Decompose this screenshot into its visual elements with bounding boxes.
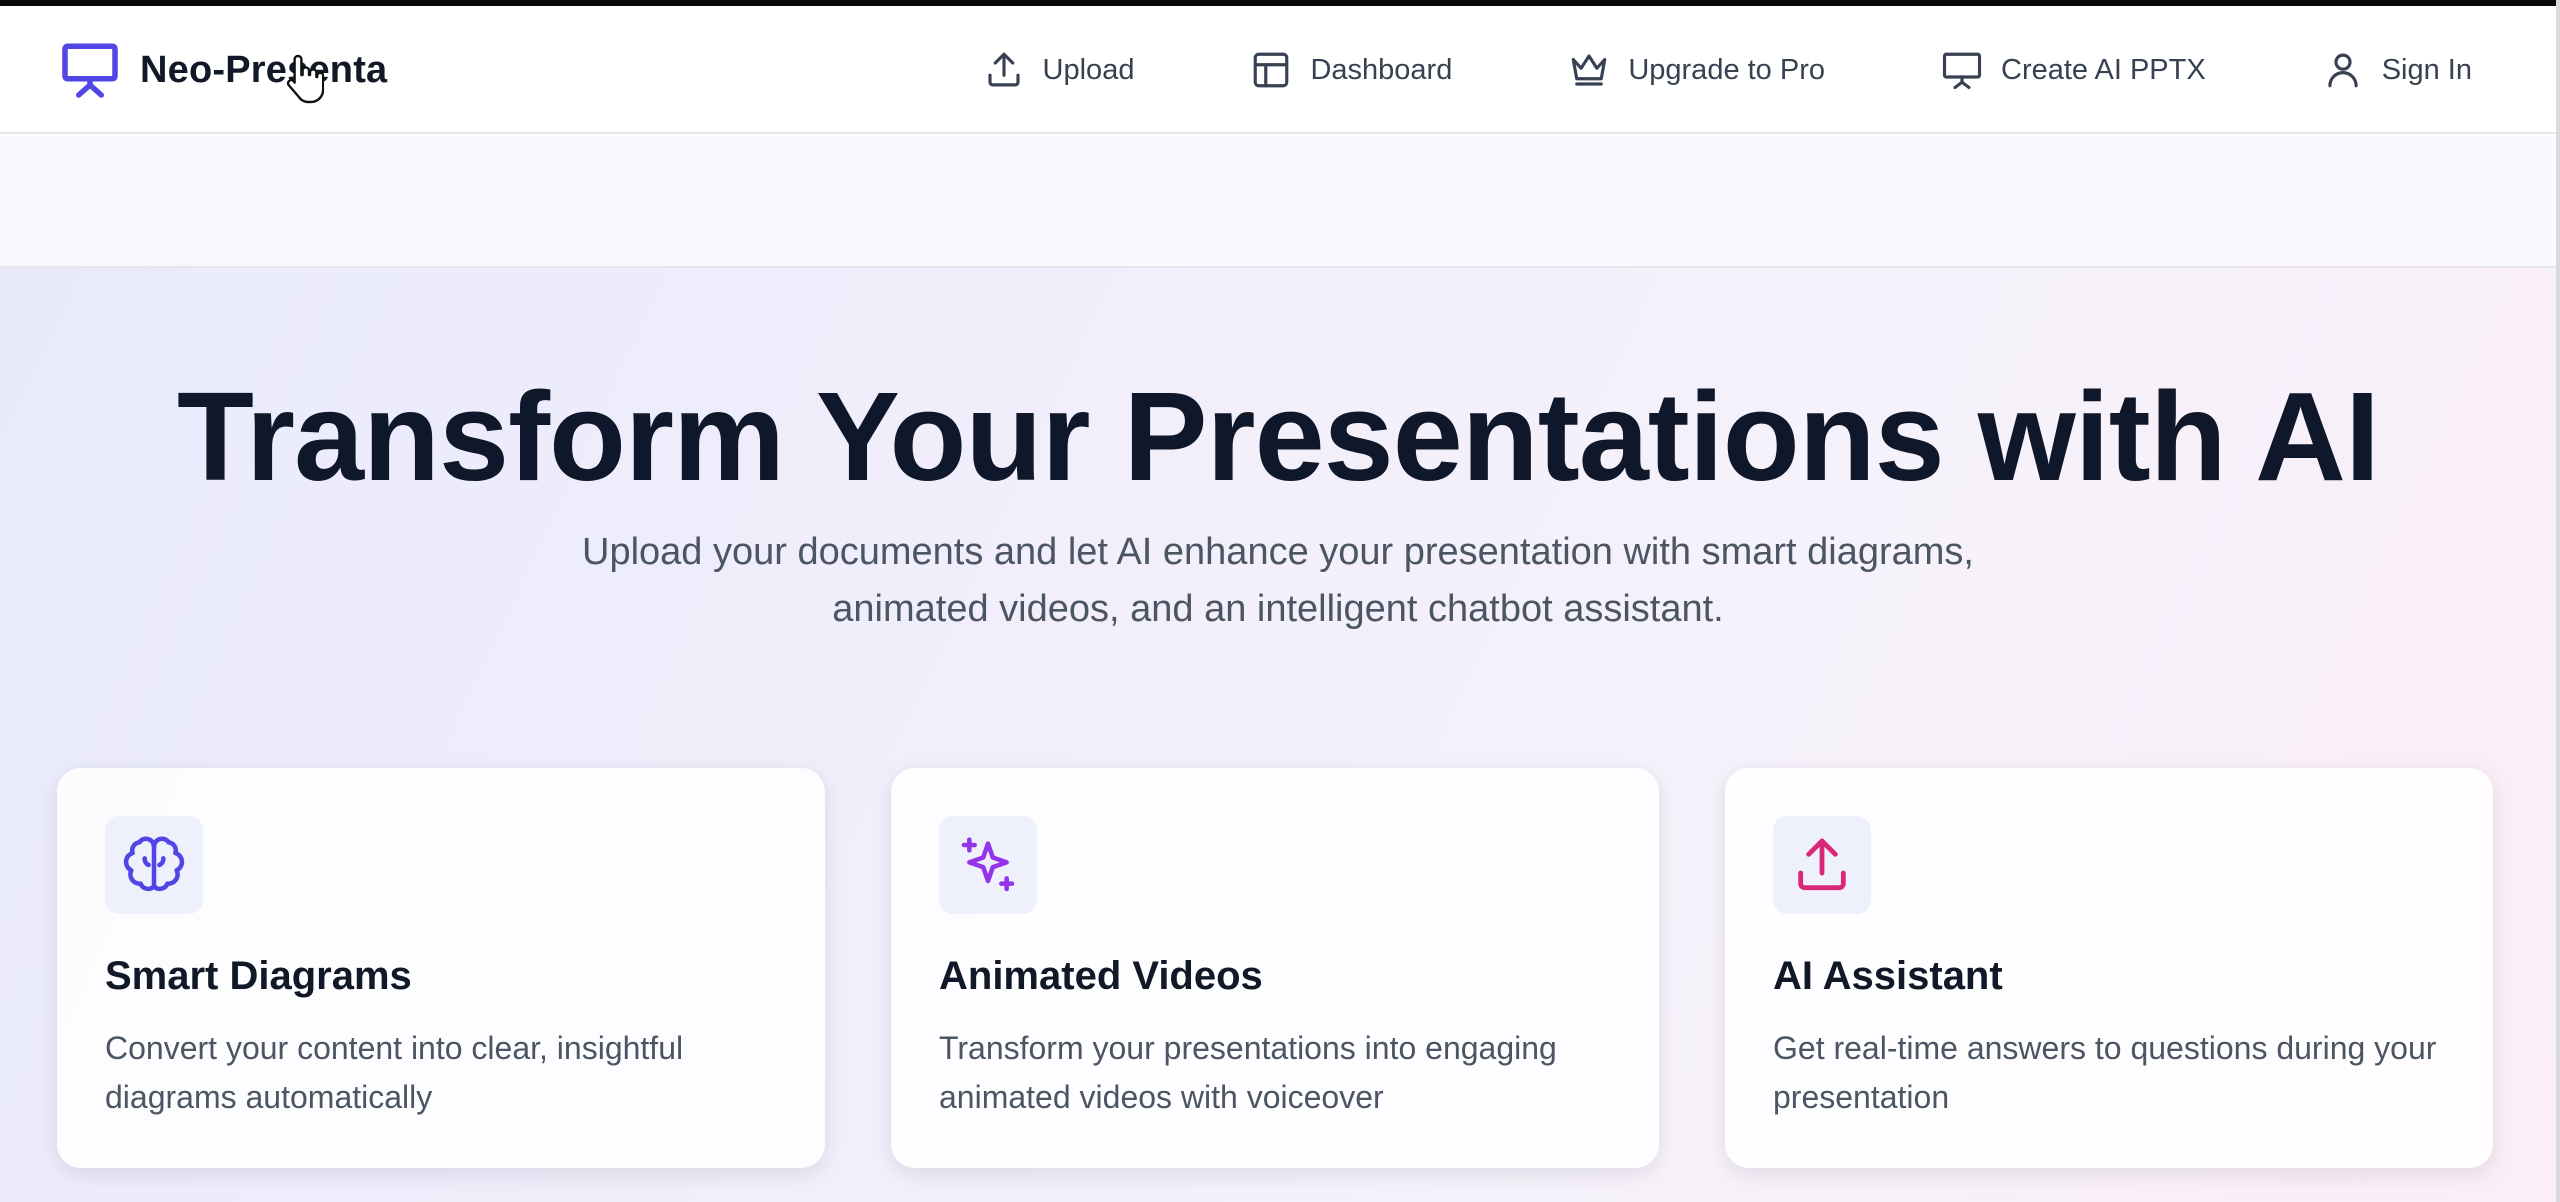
main-nav: Upload Dashboard Upgrade to Pro Create A… [983,40,2472,100]
upload-icon [983,49,1043,91]
nav-sign-in-label: Sign In [2381,53,2472,86]
hero-title: Transform Your Presentations with AI [176,366,2380,507]
hand-pointer-cursor-icon [284,52,325,106]
card-description: Get real-time answers to questions durin… [1773,1030,2437,1115]
user-icon [2322,49,2382,91]
crown-icon [1568,49,1628,91]
banner-strip [0,136,2560,268]
nav-upload-label: Upload [1042,53,1135,86]
brand[interactable]: Neo-Presenta [60,40,387,100]
card-description: Transform your presentations into engagi… [939,1030,1557,1115]
upload-icon [1773,816,1871,914]
nav-upload[interactable]: Upload [983,49,1135,91]
card-title: Animated Videos [939,954,1263,998]
feature-card-ai-assistant[interactable]: AI Assistant Get real-time answers to qu… [1725,768,2493,1168]
brain-icon [105,816,203,914]
card-title: Smart Diagrams [105,954,412,998]
nav-create-pptx[interactable]: Create AI PPTX [1941,49,2206,91]
navbar: Neo-Presenta Upload Dashboard Upgrade to… [0,6,2560,134]
nav-create-pptx-label: Create AI PPTX [2001,53,2206,86]
nav-dashboard[interactable]: Dashboard [1250,49,1452,91]
nav-dashboard-label: Dashboard [1310,53,1453,86]
sparkles-icon [939,816,1037,914]
nav-upgrade-label: Upgrade to Pro [1628,53,1825,86]
card-title: AI Assistant [1773,954,2003,998]
brand-name: Neo-Presenta [140,48,388,91]
nav-upgrade[interactable]: Upgrade to Pro [1568,49,1825,91]
card-description: Convert your content into clear, insight… [105,1030,684,1115]
presentation-icon [1941,49,2001,91]
hero-subtitle: Upload your documents and let AI enhance… [582,531,1974,630]
layout-icon [1250,49,1310,91]
window-right-border [2556,0,2560,1202]
feature-card-smart-diagrams[interactable]: Smart Diagrams Convert your content into… [57,768,825,1168]
nav-sign-in[interactable]: Sign In [2322,49,2472,91]
feature-card-animated-videos[interactable]: Animated Videos Transform your presentat… [891,768,1659,1168]
presentation-board-icon [60,40,120,100]
